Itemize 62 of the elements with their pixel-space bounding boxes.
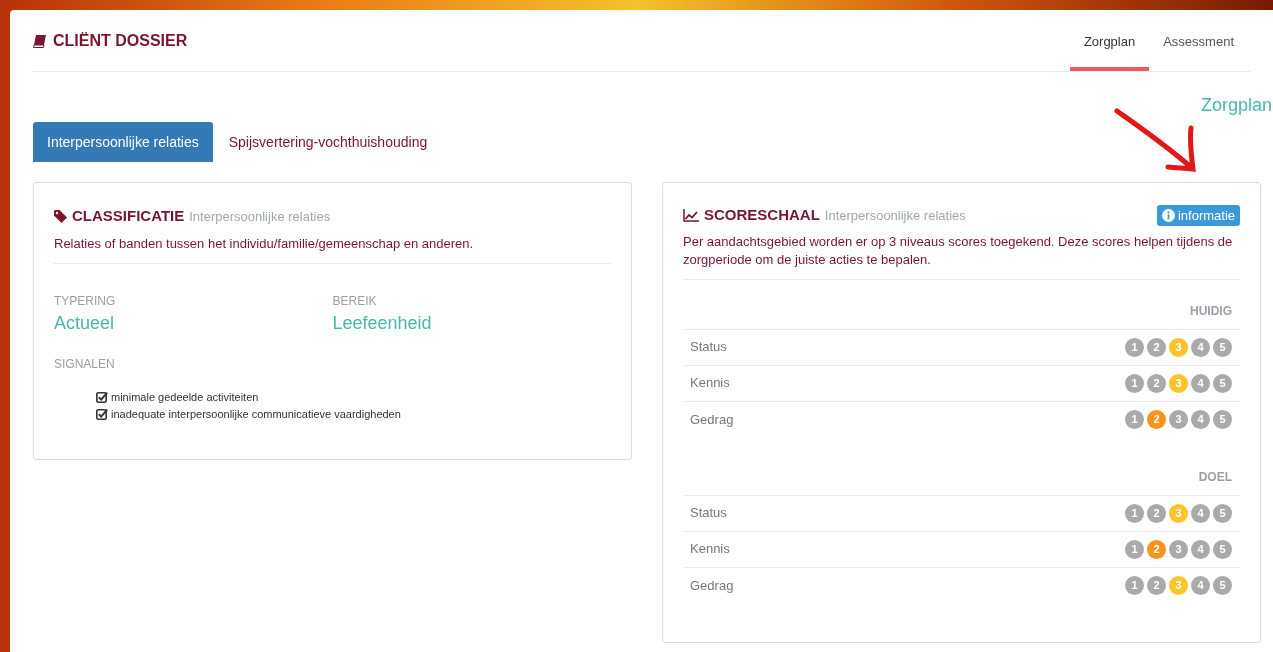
score[interactable]: 2 <box>1147 539 1166 559</box>
group-heading: HUIDIG <box>1190 302 1232 320</box>
group-heading: DOEL <box>1198 468 1232 486</box>
line-chart-icon <box>683 208 699 222</box>
score[interactable]: 3 <box>1169 503 1188 523</box>
header-tab[interactable]: Zorgplan <box>1069 31 1150 71</box>
score[interactable]: 4 <box>1191 503 1210 523</box>
category-tab[interactable]: Interpersoonlijke relaties <box>33 122 213 162</box>
card-description: Per aandachtsgebied worden er op 3 niveaus scores toegekend. Deze scores helpen tijdens de zorgperiode om de juiste acties te bepalen. <box>683 232 1240 280</box>
field-label: TYPERING <box>54 293 116 310</box>
score[interactable]: 5 <box>1213 576 1232 595</box>
signal-text: inadequate interpersoonlijke communicatieve vaardigheden <box>111 406 401 422</box>
score[interactable]: 3 <box>1169 576 1188 595</box>
score[interactable]: 4 <box>1191 576 1210 595</box>
score[interactable]: 1 <box>1125 373 1144 393</box>
card-description: Relaties of banden tussen het individu/familie/gemeenschap en anderen. <box>54 233 611 264</box>
score[interactable]: 2 <box>1147 576 1166 595</box>
score[interactable]: 5 <box>1213 410 1232 429</box>
score[interactable]: 2 <box>1147 373 1166 393</box>
card-title: SCORESCHAAL <box>704 205 820 225</box>
score[interactable]: 5 <box>1213 337 1232 357</box>
category-tab[interactable]: Spijsvertering-vochthuishouding <box>214 122 442 162</box>
score[interactable]: 3 <box>1169 410 1188 429</box>
score[interactable]: 3 <box>1169 373 1188 393</box>
tag-icon <box>54 209 67 223</box>
score[interactable]: 1 <box>1125 539 1144 559</box>
book-icon <box>33 34 47 48</box>
header-tab[interactable]: Assessment <box>1149 31 1248 71</box>
field-value: Leefeenheid <box>332 312 432 335</box>
score[interactable]: 3 <box>1169 539 1188 559</box>
score[interactable]: 1 <box>1125 337 1144 357</box>
signals-label: SIGNALEN <box>54 356 115 373</box>
info-icon <box>1161 208 1175 222</box>
card-subtitle: Interpersoonlijke relaties <box>189 207 331 226</box>
score-label: Kennis <box>690 540 730 559</box>
score[interactable]: 4 <box>1191 337 1210 357</box>
score[interactable]: 1 <box>1125 410 1144 429</box>
card-title: CLASSIFICATIE <box>72 206 185 226</box>
score[interactable]: 3 <box>1169 337 1188 357</box>
field-value: Actueel <box>54 312 115 335</box>
score[interactable]: 4 <box>1191 539 1210 559</box>
score-label: Gedrag <box>690 576 734 595</box>
score[interactable]: 2 <box>1147 503 1166 523</box>
score[interactable]: 5 <box>1213 503 1232 523</box>
section-title: Zorgplan <box>1200 94 1272 117</box>
score-label: Status <box>690 504 727 523</box>
score-label: Status <box>690 338 727 357</box>
score[interactable]: 1 <box>1125 576 1144 595</box>
signal-text: minimale gedeelde activiteiten <box>111 390 259 405</box>
score[interactable]: 4 <box>1191 410 1210 429</box>
score-label: Kennis <box>690 374 730 393</box>
score[interactable]: 2 <box>1147 410 1166 429</box>
field-label: BEREIK <box>332 293 377 310</box>
page-title: CLIËNT DOSSIER <box>53 31 188 51</box>
score-label: Gedrag <box>690 410 734 429</box>
card-subtitle: Interpersoonlijke relaties <box>824 206 966 225</box>
score[interactable]: 5 <box>1213 373 1232 393</box>
score[interactable]: 4 <box>1191 373 1210 393</box>
info-button[interactable]: informatie <box>1156 204 1240 226</box>
score[interactable]: 5 <box>1213 539 1232 559</box>
score[interactable]: 2 <box>1147 337 1166 357</box>
score[interactable]: 1 <box>1125 503 1144 523</box>
